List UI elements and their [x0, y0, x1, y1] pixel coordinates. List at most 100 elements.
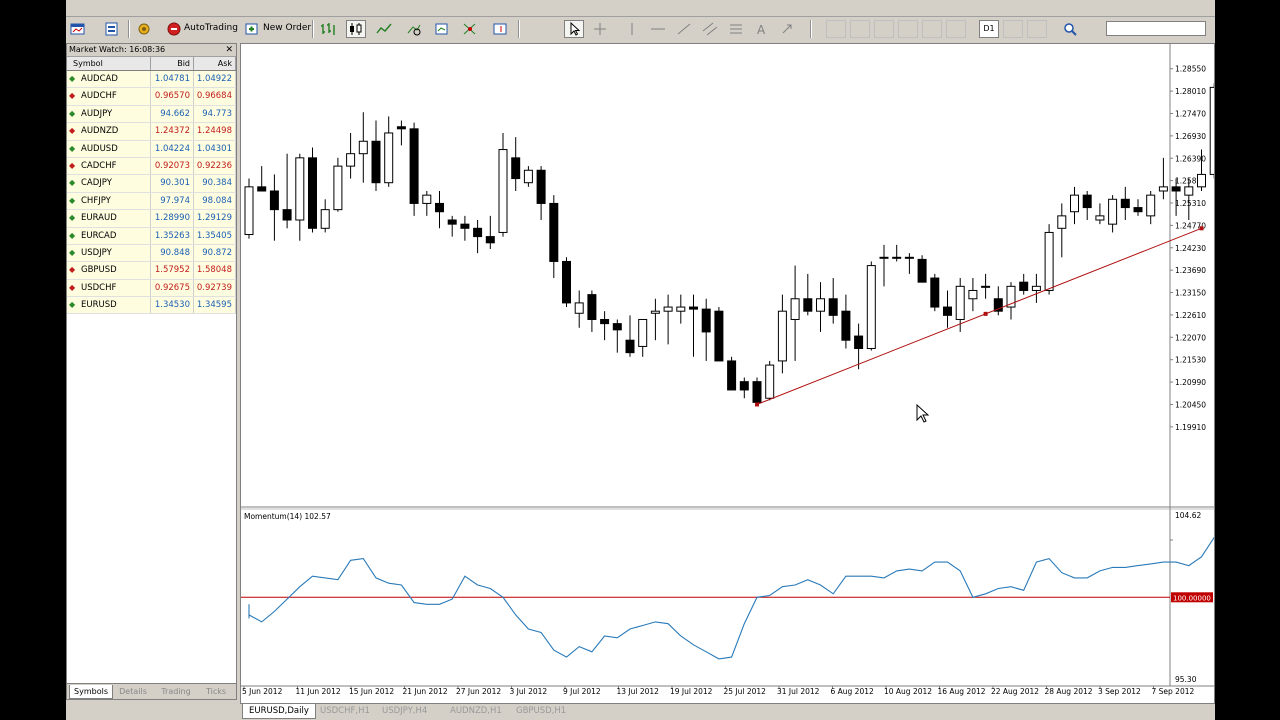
market-watch-row[interactable]: ◆ CADCHF 0.92073 0.92236	[67, 157, 236, 176]
metatrader-window: AutoTrading New Order A D1 Market Watch:…	[66, 0, 1215, 720]
timeframe-w1-button[interactable]	[1003, 20, 1023, 38]
new-order-label[interactable]: New Order	[263, 23, 311, 33]
autotrading-label[interactable]: AutoTrading	[184, 23, 238, 33]
timeframe-m5-button[interactable]	[850, 20, 870, 38]
new-order-icon[interactable]	[242, 20, 262, 38]
trendline-icon[interactable]	[674, 20, 694, 38]
timeframe-h1-button[interactable]	[922, 20, 942, 38]
market-watch-row[interactable]: ◆ EURUSD 1.34530 1.34595	[67, 297, 236, 315]
candle-body	[1082, 194, 1092, 209]
search-input[interactable]	[1106, 21, 1206, 36]
market-watch-row[interactable]: ◆ EURCAD 1.35263 1.35405	[67, 227, 236, 245]
market-watch-row[interactable]: ◆ USDJPY 90.848 90.872	[67, 244, 236, 263]
candle-body	[523, 169, 533, 184]
candle-body	[981, 285, 991, 288]
market-watch-row[interactable]: ◆ CHFJPY 97.974 98.084	[67, 192, 236, 211]
arrow-tool-icon[interactable]	[778, 20, 798, 38]
bar-chart-icon[interactable]	[318, 20, 338, 38]
candlestick-chart-icon[interactable]	[346, 20, 366, 38]
candle-body	[765, 364, 775, 399]
bid-cell: 94.662	[151, 105, 194, 123]
chart-tab-gbpusd[interactable]: GBPUSD,H1	[510, 704, 572, 718]
channel-icon[interactable]	[700, 20, 720, 38]
close-icon[interactable]: ✕	[225, 44, 233, 56]
timeframe-m1-button[interactable]	[826, 20, 846, 38]
date-tick-label: 31 Jul 2012	[777, 687, 820, 696]
timeframe-mn-button[interactable]	[1027, 20, 1047, 38]
date-tick-label: 16 Aug 2012	[938, 687, 986, 696]
new-chart-icon[interactable]	[68, 20, 88, 38]
chart-tab-audnzd[interactable]: AUDNZD,H1	[444, 704, 508, 718]
market-watch-row[interactable]: ◆ AUDCAD 1.04781 1.04922	[67, 71, 236, 89]
mouse-cursor-icon	[916, 403, 930, 423]
timeframe-h4-button[interactable]	[946, 20, 966, 38]
indicator-level-label: 100.00000	[1173, 594, 1211, 602]
candle-body	[257, 186, 267, 192]
candle-body	[816, 298, 825, 312]
timeframe-d1-button[interactable]: D1	[979, 20, 999, 38]
timeframe-m30-button[interactable]	[898, 20, 918, 38]
market-watch-row[interactable]: ◆ CADJPY 90.301 90.384	[67, 175, 236, 193]
chart-tab-usdjpy[interactable]: USDJPY,H4	[376, 704, 433, 718]
search-icon[interactable]	[1060, 20, 1080, 38]
candle-body	[1146, 194, 1156, 217]
date-tick-label: 5 Jun 2012	[242, 687, 283, 696]
chart-shift-icon[interactable]	[490, 20, 510, 38]
candle-body	[460, 223, 470, 229]
bid-cell: 0.96570	[151, 88, 194, 105]
candle-body	[384, 132, 394, 184]
tab-symbols[interactable]: Symbols	[69, 685, 113, 699]
chart-tab-eurusd[interactable]: EURUSD,Daily	[242, 704, 316, 719]
market-watch-row[interactable]: ◆ USDCHF 0.92675 0.92739	[67, 279, 236, 298]
candle-body	[955, 285, 965, 320]
symbol-cell: ◆ CADCHF	[67, 157, 151, 175]
column-header-ask[interactable]: Ask	[194, 57, 236, 70]
indicator-tick-label: 104.62	[1175, 511, 1201, 520]
symbol-name: EURCAD	[81, 230, 117, 241]
arrow-up-icon: ◆	[69, 247, 76, 257]
candle-body	[1070, 194, 1079, 213]
candle-body	[473, 227, 483, 238]
crosshair-icon[interactable]	[590, 20, 610, 38]
zoom-out-icon[interactable]	[432, 20, 452, 38]
zoom-in-icon[interactable]	[404, 20, 424, 38]
chart-window[interactable]: 1.28550 1.28010 1.27470 1.26930 1.26390 1.258…	[240, 43, 1215, 704]
market-watch-row[interactable]: ◆ EURAUD 1.28990 1.29129	[67, 210, 236, 228]
profiles-icon[interactable]	[102, 20, 122, 38]
toolbar: AutoTrading New Order A D1	[66, 17, 1215, 42]
expert-advisor-icon[interactable]	[134, 20, 154, 38]
tab-ticks[interactable]: Ticks	[199, 685, 233, 698]
fibonacci-icon[interactable]	[726, 20, 746, 38]
text-tool-icon[interactable]: A	[752, 20, 772, 38]
timeframe-m15-button[interactable]	[874, 20, 894, 38]
tab-trading[interactable]: Trading	[155, 685, 197, 698]
candle-body	[1197, 173, 1206, 188]
market-watch-row[interactable]: ◆ AUDNZD 1.24372 1.24498	[67, 123, 236, 141]
market-watch-row[interactable]: ◆ AUDUSD 1.04224 1.04301	[67, 140, 236, 158]
market-watch-row[interactable]: ◆ AUDCHF 0.96570 0.96684	[67, 88, 236, 106]
line-chart-icon[interactable]	[374, 20, 394, 38]
vertical-line-icon[interactable]	[622, 20, 642, 38]
symbol-name: AUDJPY	[81, 108, 113, 119]
left-black-border	[0, 0, 66, 720]
candle-body	[269, 190, 279, 211]
column-header-symbol[interactable]: Symbol	[67, 57, 151, 70]
ask-cell: 1.04922	[194, 71, 236, 88]
column-header-bid[interactable]: Bid	[151, 57, 194, 70]
market-watch-tabs: Symbols Details Trading Ticks	[67, 683, 236, 699]
market-watch-row[interactable]: ◆ AUDJPY 94.662 94.773	[67, 105, 236, 124]
horizontal-line-icon[interactable]	[648, 20, 668, 38]
price-chart[interactable]: 1.285501.280101.274701.269301.263901.258…	[241, 44, 1215, 703]
autotrading-icon[interactable]	[164, 20, 184, 38]
candle-body	[714, 310, 724, 362]
arrow-down-icon: ◆	[69, 265, 76, 275]
tab-details[interactable]: Details	[113, 685, 153, 698]
chart-tab-usdchf[interactable]: USDCHF,H1	[314, 704, 376, 718]
cursor-icon[interactable]	[564, 20, 584, 38]
candle-body	[1044, 231, 1054, 291]
arrow-down-icon: ◆	[69, 282, 76, 292]
candle-body	[511, 157, 521, 180]
market-watch-row[interactable]: ◆ GBPUSD 1.57952 1.58048	[67, 262, 236, 280]
candle-body	[650, 310, 660, 314]
tile-windows-icon[interactable]	[460, 20, 480, 38]
